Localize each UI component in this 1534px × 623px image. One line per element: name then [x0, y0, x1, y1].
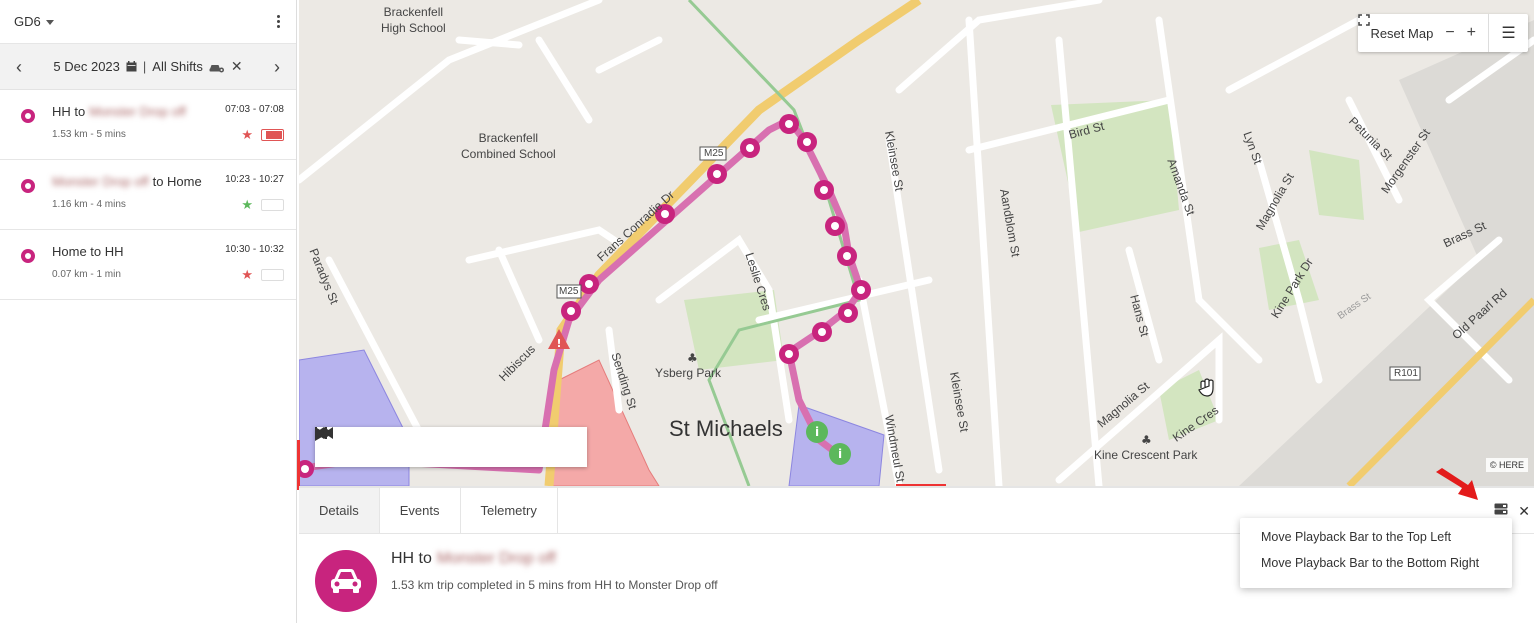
trip-origin-redacted: Monster Drop off: [52, 174, 149, 189]
skip-to-start-icon[interactable]: [315, 427, 362, 459]
map-view[interactable]: i i ! ♣ ♣ Brackenfell High School Bracke…: [299, 0, 1534, 486]
trip-detail-text: HH to Monster Drop off 1.53 km trip comp…: [391, 550, 718, 612]
trip-from: HH to: [52, 104, 86, 119]
map-label-park: Ysberg Park: [655, 366, 722, 380]
tab-details[interactable]: Details: [299, 488, 380, 533]
trip-pin-icon: [21, 179, 35, 193]
playback-position-menu: Move Playback Bar to the Top Left Move P…: [1240, 518, 1512, 588]
zoom-in-icon[interactable]: +: [1467, 25, 1476, 41]
more-options-icon[interactable]: [273, 13, 284, 30]
restricted-zone: [548, 359, 660, 486]
map-canvas[interactable]: i i ! ♣ ♣: [299, 0, 1534, 486]
map-label-suburb: St Michaels: [669, 416, 783, 441]
trip-sidebar: GD6 ‹ 5 Dec 2023 | All Shifts ✕ › HH to: [0, 0, 297, 623]
svg-text:i: i: [815, 425, 819, 439]
reset-map-button[interactable]: Reset Map: [1370, 26, 1433, 41]
trip-pin-icon: [21, 249, 35, 263]
car-key-icon: [209, 64, 224, 72]
vehicle-selector[interactable]: GD6: [14, 14, 54, 29]
trip-toggle[interactable]: [261, 128, 284, 141]
map-label-road-shield: M25: [559, 286, 579, 297]
zoom-out-icon[interactable]: −: [1445, 25, 1454, 41]
trip-icons: ★: [241, 268, 284, 281]
hand-cursor-icon: [1198, 378, 1214, 397]
map-label-school: Brackenfell Combined School: [461, 131, 556, 161]
tab-events[interactable]: Events: [380, 488, 461, 533]
map-label-school: Brackenfell High School: [381, 5, 446, 35]
date-bar: ‹ 5 Dec 2023 | All Shifts ✕ ›: [0, 44, 296, 90]
trip-time: 07:03 - 07:08: [225, 104, 284, 115]
trip-detail: HH to Monster Drop off 1.53 km trip comp…: [315, 550, 718, 612]
cycle-route: [687, 0, 861, 486]
rewind-icon[interactable]: [315, 427, 413, 459]
trip-item-1[interactable]: HH to Monster Drop off 07:03 - 07:08 1.5…: [0, 90, 296, 160]
trip-icons: ★: [241, 128, 284, 141]
star-icon[interactable]: ★: [241, 198, 253, 211]
clear-filter-icon[interactable]: ✕: [231, 58, 243, 75]
caret-down-icon: [45, 20, 54, 25]
trip-pin-icon: [21, 109, 35, 123]
tree-icon: ♣: [687, 351, 698, 365]
map-label-road-shield: M25: [704, 148, 724, 159]
trip-detail-destination-redacted: Monster Drop off: [436, 550, 556, 567]
close-panel-icon[interactable]: ✕: [1518, 503, 1530, 520]
skip-to-end-icon[interactable]: [315, 427, 564, 459]
trip-item-3[interactable]: Home to HH 10:30 - 10:32 0.07 km - 1 min…: [0, 230, 296, 300]
next-day-button[interactable]: ›: [270, 58, 284, 76]
map-controls: Reset Map − + ☰: [1358, 14, 1528, 52]
panel-resize-indicator: [297, 440, 300, 490]
fullscreen-icon[interactable]: [1358, 14, 1371, 26]
trip-time: 10:30 - 10:32: [225, 244, 284, 255]
vehicle-name: GD6: [14, 14, 41, 29]
car-icon: [315, 550, 377, 612]
fast-forward-icon[interactable]: [315, 427, 513, 459]
calendar-icon[interactable]: [126, 61, 137, 72]
trip-detail-title: HH to Monster Drop off: [391, 550, 718, 568]
trip-time: 10:23 - 10:27: [225, 174, 284, 185]
trip-icons: ★: [241, 198, 284, 211]
app-root: GD6 ‹ 5 Dec 2023 | All Shifts ✕ › HH to: [0, 0, 1534, 623]
previous-day-button[interactable]: ‹: [12, 58, 26, 76]
svg-text:i: i: [838, 447, 842, 461]
map-zoom-group: Reset Map − +: [1358, 14, 1488, 52]
tree-icon: ♣: [1141, 433, 1152, 447]
menu-item-top-left[interactable]: Move Playback Bar to the Top Left: [1240, 524, 1512, 550]
red-arrow-icon: [1436, 468, 1478, 500]
tab-telemetry[interactable]: Telemetry: [461, 488, 558, 533]
star-icon[interactable]: ★: [241, 268, 253, 281]
shift-filter-label[interactable]: All Shifts: [152, 59, 203, 74]
menu-item-bottom-right[interactable]: Move Playback Bar to the Bottom Right: [1240, 550, 1512, 576]
trip-to: to Home: [152, 174, 202, 189]
map-attribution: © HERE: [1485, 458, 1528, 472]
trip-detail-description: 1.53 km trip completed in 5 mins from HH…: [391, 578, 718, 592]
svg-text:!: !: [556, 337, 561, 350]
separator: |: [142, 59, 147, 74]
star-icon[interactable]: ★: [241, 128, 253, 141]
playback-bar: [315, 427, 587, 467]
trip-from: Home to HH: [52, 244, 124, 259]
map-menu-icon[interactable]: ☰: [1488, 14, 1528, 52]
trip-toggle[interactable]: [261, 268, 284, 281]
trip-destination-redacted: Monster Drop off: [89, 104, 186, 119]
map-label-road-shield: R101: [1394, 368, 1418, 379]
trip-toggle[interactable]: [261, 198, 284, 211]
trip-list: HH to Monster Drop off 07:03 - 07:08 1.5…: [0, 90, 296, 300]
trip-detail-prefix: HH to: [391, 550, 432, 567]
map-label-park: Kine Crescent Park: [1094, 448, 1198, 462]
play-icon[interactable]: [315, 427, 463, 459]
date-label[interactable]: 5 Dec 2023: [53, 59, 120, 74]
vehicle-bar: GD6: [0, 0, 296, 44]
trip-item-2[interactable]: Monster Drop off to Home 10:23 - 10:27 1…: [0, 160, 296, 230]
park-area: [1309, 150, 1364, 220]
date-filter: 5 Dec 2023 | All Shifts ✕: [53, 58, 242, 75]
